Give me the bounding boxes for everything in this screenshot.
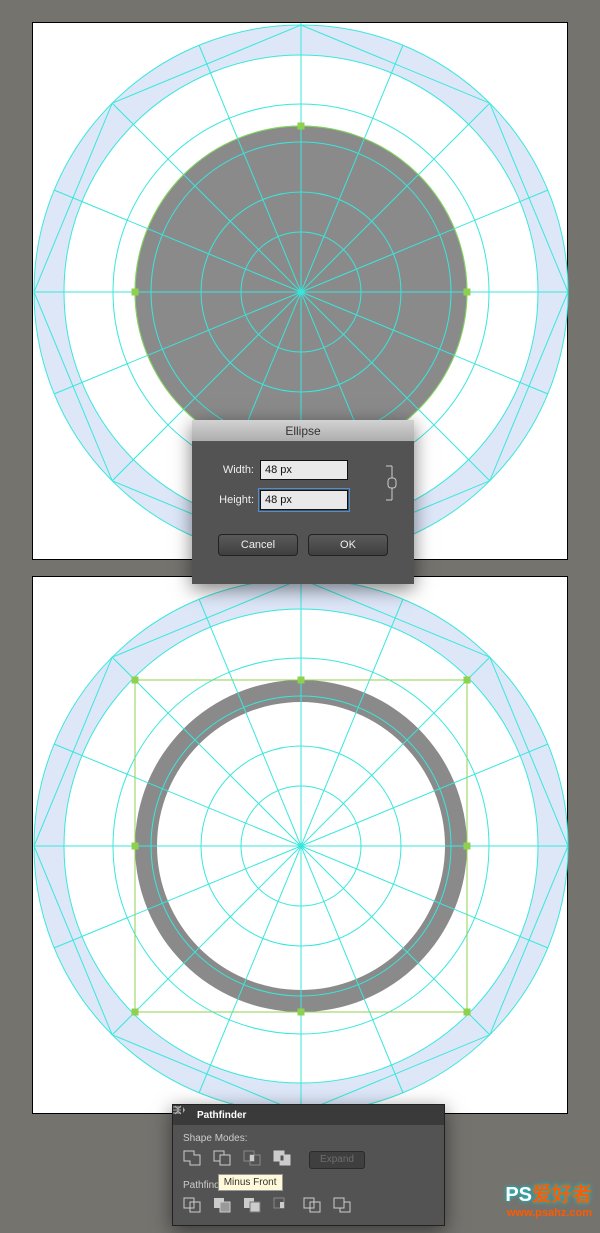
crop-icon[interactable] bbox=[273, 1197, 297, 1217]
width-label: Width: bbox=[206, 464, 254, 476]
shape-modes-row: Expand bbox=[183, 1150, 434, 1170]
merge-icon[interactable] bbox=[243, 1197, 267, 1217]
artboard-2 bbox=[32, 576, 568, 1114]
shape-modes-label: Shape Modes: bbox=[183, 1133, 434, 1144]
trim-icon[interactable] bbox=[213, 1197, 237, 1217]
ellipse-dialog: Ellipse Width: Height: Cancel OK bbox=[192, 420, 414, 584]
panel-title: Pathfinder bbox=[197, 1110, 246, 1121]
minus-back-icon[interactable] bbox=[333, 1197, 357, 1217]
intersect-icon[interactable] bbox=[243, 1150, 267, 1170]
pathfinders-row bbox=[183, 1197, 434, 1217]
constrain-proportions-icon[interactable] bbox=[382, 460, 400, 500]
ok-button[interactable]: OK bbox=[308, 534, 388, 556]
watermark-text-a: PS bbox=[505, 1184, 532, 1206]
cancel-button[interactable]: Cancel bbox=[218, 534, 298, 556]
divide-icon[interactable] bbox=[183, 1197, 207, 1217]
height-label: Height: bbox=[206, 494, 254, 506]
tooltip: Minus Front bbox=[218, 1174, 283, 1191]
height-input[interactable] bbox=[260, 490, 348, 510]
expand-button[interactable]: Expand bbox=[309, 1151, 365, 1169]
watermark-url: www.psahz.com bbox=[505, 1207, 592, 1219]
watermark-text-b: 爱好者 bbox=[532, 1184, 592, 1206]
watermark: PS爱好者 www.psahz.com bbox=[505, 1178, 592, 1219]
unite-icon[interactable] bbox=[183, 1150, 207, 1170]
pathfinders-label: Pathfind bbox=[183, 1180, 220, 1191]
dialog-title[interactable]: Ellipse bbox=[192, 420, 414, 442]
panel-titlebar[interactable]: Pathfinder bbox=[173, 1105, 444, 1125]
exclude-icon[interactable] bbox=[273, 1150, 297, 1170]
pathfinder-panel: Pathfinder Shape Modes: Expand Pathfind … bbox=[172, 1104, 445, 1226]
minus-front-icon[interactable] bbox=[213, 1150, 237, 1170]
canvas-2-svg bbox=[33, 577, 569, 1115]
outline-icon[interactable] bbox=[303, 1197, 327, 1217]
panel-menu-icon[interactable] bbox=[426, 1109, 438, 1121]
width-input[interactable] bbox=[260, 460, 348, 480]
